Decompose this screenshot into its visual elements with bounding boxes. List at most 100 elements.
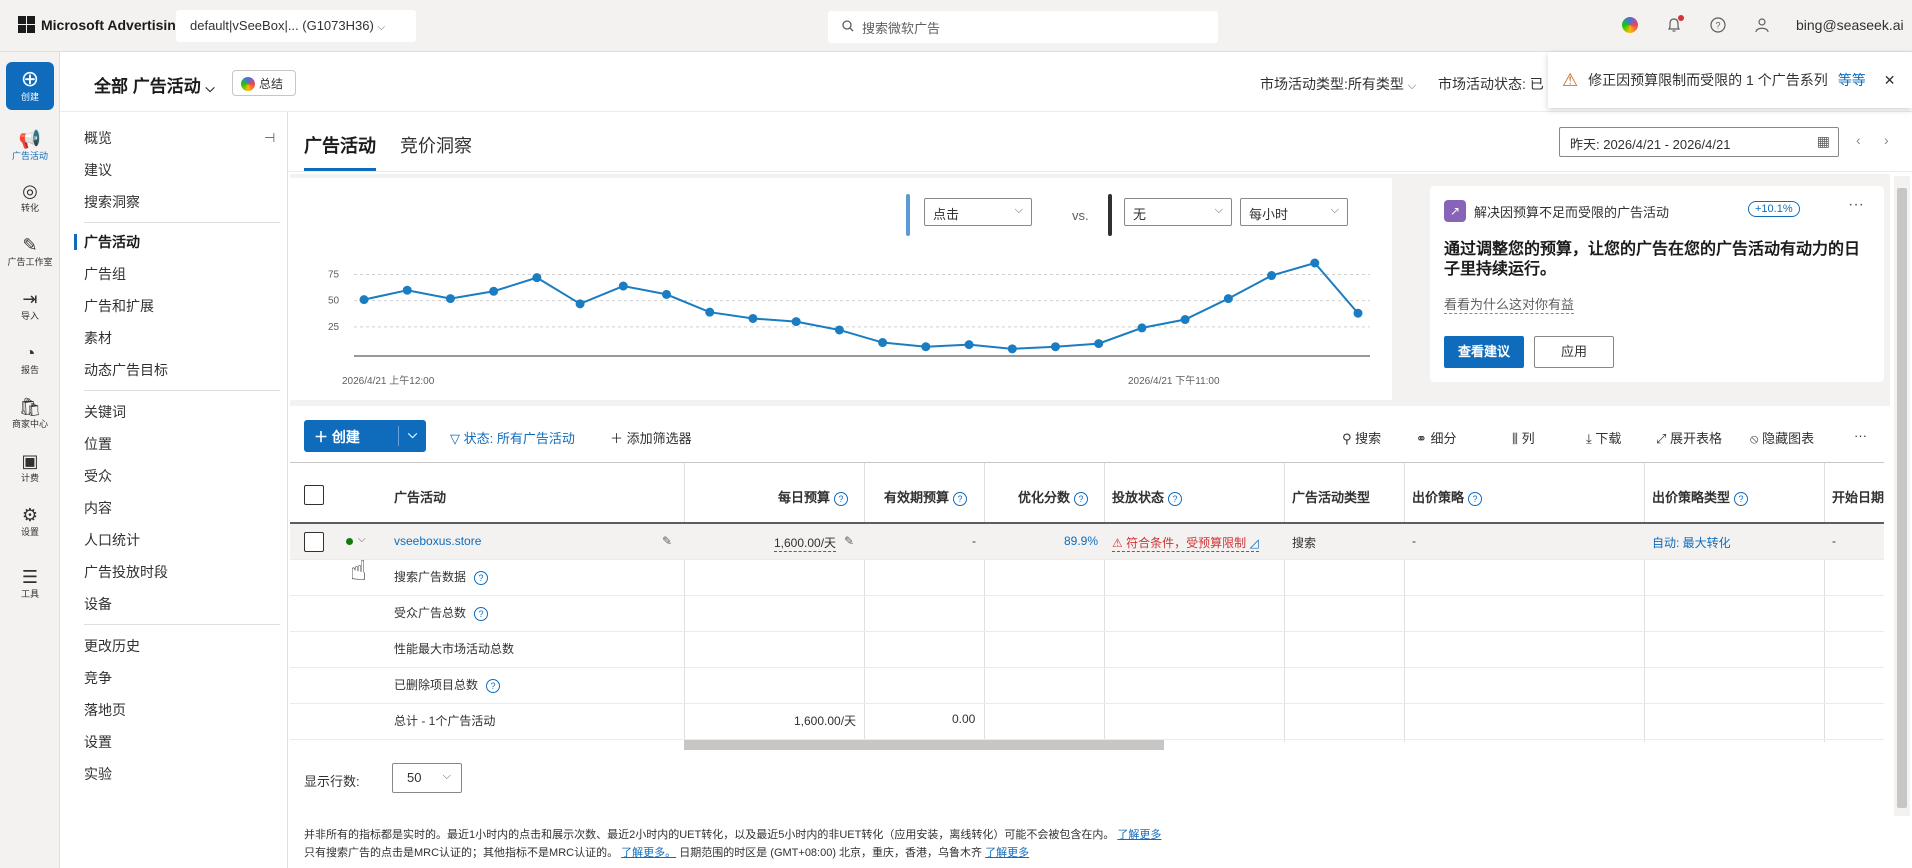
select-all-checkbox[interactable] xyxy=(304,485,324,505)
recommendation-why-link[interactable]: 看看为什么这对你有益 xyxy=(1444,294,1575,314)
collapse-panel-icon[interactable]: ⊣ xyxy=(264,130,275,146)
status-enabled-icon[interactable] xyxy=(346,538,353,545)
subnav-overview[interactable]: 概览 xyxy=(84,128,112,148)
col-bid-strategy-type[interactable]: 出价策略类型? xyxy=(1652,487,1749,506)
help-icon[interactable]: ? xyxy=(474,607,489,621)
rail-item-tools[interactable]: ☰ 工具 xyxy=(0,566,60,600)
subnav-settings[interactable]: 设置 xyxy=(84,732,112,752)
help-icon[interactable]: ? xyxy=(953,492,968,506)
rail-item-conversions[interactable]: ◎ 转化 xyxy=(0,180,60,214)
data-point[interactable] xyxy=(1007,344,1017,354)
data-point[interactable] xyxy=(1223,294,1233,304)
subnav-change-history[interactable]: 更改历史 xyxy=(84,636,140,656)
daily-budget-value[interactable]: 1,600.00/天 xyxy=(774,534,837,552)
help-icon[interactable]: ? xyxy=(1074,492,1089,506)
subnav-content[interactable]: 内容 xyxy=(84,498,112,518)
brand-logo[interactable]: Microsoft Advertising xyxy=(18,16,184,33)
scrollbar-thumb[interactable] xyxy=(1897,188,1907,808)
data-point[interactable] xyxy=(575,299,585,309)
learn-more-link[interactable]: 了解更多 xyxy=(985,847,1029,859)
chevron-down-icon[interactable]: ⌵ xyxy=(358,534,366,545)
col-campaign-type[interactable]: 广告活动类型 xyxy=(1292,487,1370,506)
campaign-status-filter[interactable]: 市场活动状态: 已 xyxy=(1438,74,1544,94)
data-point[interactable] xyxy=(878,338,888,348)
subnav-landing-page[interactable]: 落地页 xyxy=(84,700,126,720)
bell-icon[interactable] xyxy=(1664,15,1684,35)
row-checkbox[interactable] xyxy=(304,532,324,552)
data-point[interactable] xyxy=(445,294,455,304)
hide-chart-button[interactable]: ⦸ 隐藏图表 xyxy=(1750,428,1814,447)
subnav-demographics[interactable]: 人口统计 xyxy=(84,530,140,550)
data-point[interactable] xyxy=(532,273,542,283)
edit-icon[interactable]: ✎ xyxy=(662,534,672,548)
segment-button[interactable]: ⚭ 细分 xyxy=(1416,428,1457,447)
global-search-input[interactable]: 搜索微软广告 xyxy=(828,11,1218,43)
data-point[interactable] xyxy=(1094,339,1104,349)
add-filter-button[interactable]: ＋ 添加筛选器 xyxy=(610,428,692,447)
status-filter-link[interactable]: ▽ 状态: 所有广告活动 xyxy=(450,428,575,447)
subnav-recommendations[interactable]: 建议 xyxy=(84,160,112,180)
data-point[interactable] xyxy=(748,313,758,323)
horizontal-scrollbar[interactable] xyxy=(684,740,1164,750)
help-icon[interactable]: ? xyxy=(486,679,501,693)
subnav-ads-extensions[interactable]: 广告和扩展 xyxy=(84,296,154,316)
user-email[interactable]: bing@seaseek.ai xyxy=(1796,17,1904,33)
download-button[interactable]: ⤓ 下载 xyxy=(1586,428,1621,447)
subnav-assets[interactable]: 素材 xyxy=(84,328,112,348)
rows-per-page-select[interactable]: 50 ⌵ xyxy=(392,763,462,793)
columns-button[interactable]: ⫼ 列 xyxy=(1512,428,1535,447)
apply-button[interactable]: 应用 xyxy=(1534,336,1614,368)
data-point[interactable] xyxy=(1050,342,1060,352)
subnav-ad-groups[interactable]: 广告组 xyxy=(84,264,126,284)
col-delivery[interactable]: 投放状态? xyxy=(1112,487,1183,506)
help-icon[interactable]: ? xyxy=(1468,492,1483,506)
create-campaign-button[interactable]: ＋ 创建 ⌵ xyxy=(304,420,426,452)
edit-icon[interactable]: ✎ xyxy=(844,534,854,548)
subnav-devices[interactable]: 设备 xyxy=(84,594,112,614)
chevron-left-icon[interactable]: ‹ xyxy=(1856,132,1861,148)
date-range-picker[interactable]: 昨天: 2026/4/21 - 2026/4/21 ▦ xyxy=(1559,127,1839,157)
more-options-icon[interactable]: ··· xyxy=(1854,428,1867,443)
rail-item-settings[interactable]: ⚙ 设置 xyxy=(0,504,60,538)
data-point[interactable] xyxy=(705,307,715,317)
subnav-experiments[interactable]: 实验 xyxy=(84,764,112,784)
subnav-competition[interactable]: 竞争 xyxy=(84,668,112,688)
help-icon[interactable]: ? xyxy=(1734,492,1749,506)
data-point[interactable] xyxy=(921,342,931,352)
rail-item-campaigns[interactable]: 📢 广告活动 xyxy=(0,128,60,162)
campaign-name-link[interactable]: vseeboxus.store xyxy=(394,534,481,548)
view-recommendation-button[interactable]: 查看建议 xyxy=(1444,336,1524,368)
chevron-right-icon[interactable]: › xyxy=(1884,132,1889,148)
close-icon[interactable]: ✕ xyxy=(1884,72,1896,89)
learn-more-link[interactable]: 了解更多 xyxy=(1117,829,1161,841)
rail-item-reports[interactable]: ◔ 报告 xyxy=(0,342,60,376)
data-point[interactable] xyxy=(1310,258,1320,268)
delivery-status[interactable]: ⚠ 符合条件，受预算限制 ◿ xyxy=(1112,534,1259,552)
account-selector[interactable]: default|vSeeBox|... (G1073H36) ⌵ xyxy=(176,10,416,42)
col-bid-strategy[interactable]: 出价策略? xyxy=(1412,487,1483,506)
opt-score-value[interactable]: 89.9% xyxy=(1064,534,1098,548)
data-point[interactable] xyxy=(964,340,974,350)
data-point[interactable] xyxy=(359,295,369,305)
page-title[interactable]: 全部 广告活动 ⌵ xyxy=(94,72,215,97)
user-icon[interactable] xyxy=(1752,15,1772,35)
grid-search-button[interactable]: ⚲ 搜索 xyxy=(1342,428,1381,447)
chevron-down-icon[interactable]: ⌵ xyxy=(408,427,417,442)
subnav-campaigns[interactable]: 广告活动 xyxy=(84,232,140,252)
data-point[interactable] xyxy=(489,286,499,296)
subnav-dynamic-targets[interactable]: 动态广告目标 xyxy=(84,360,168,380)
rail-item-ad-studio[interactable]: ✎ 广告工作室 xyxy=(0,234,60,268)
help-icon[interactable]: ? xyxy=(474,571,489,585)
campaign-type-filter[interactable]: 市场活动类型:所有类型 ⌵ xyxy=(1260,74,1416,94)
col-daily-budget[interactable]: 每日预算? xyxy=(778,487,849,506)
rail-item-merchant[interactable]: 🛍 商家中心 xyxy=(0,396,60,430)
data-point[interactable] xyxy=(1353,308,1363,318)
copilot-icon[interactable] xyxy=(1620,15,1640,35)
data-point[interactable] xyxy=(402,285,412,295)
create-button[interactable]: ⊕ 创建 xyxy=(6,62,54,110)
summary-button[interactable]: 总结 xyxy=(232,70,297,96)
data-point[interactable] xyxy=(1137,323,1147,333)
subnav-search-insights[interactable]: 搜索洞察 xyxy=(84,192,140,212)
learn-more-link[interactable]: 了解更多。 xyxy=(621,847,676,859)
help-icon[interactable]: ? xyxy=(1708,15,1728,35)
